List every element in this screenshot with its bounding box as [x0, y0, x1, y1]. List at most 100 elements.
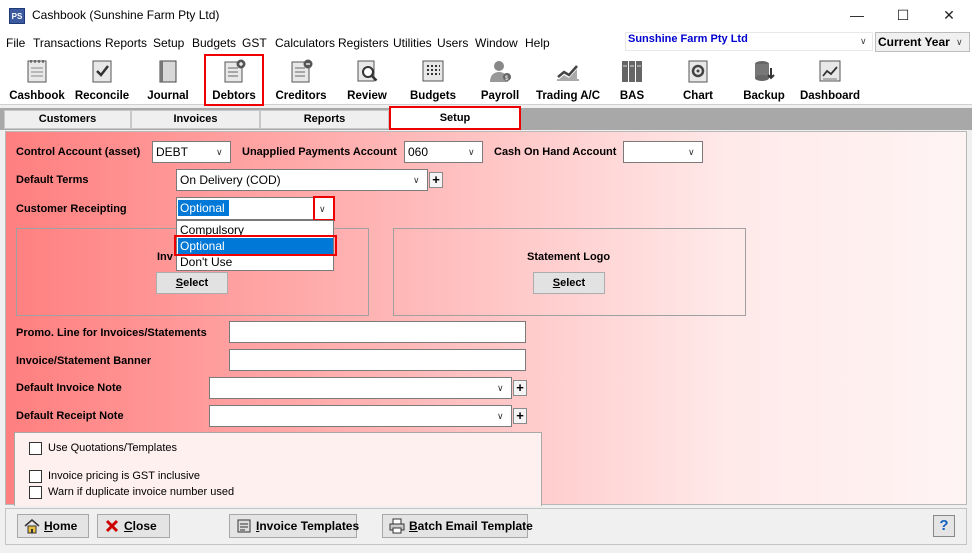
help-button[interactable]: ?	[933, 515, 955, 537]
chevron-down-icon: ∨	[860, 36, 867, 46]
optional-highlight-box	[174, 235, 337, 256]
toolbar-budgets-label: Budgets	[410, 90, 456, 102]
maximize-button[interactable]: ☐	[880, 0, 926, 32]
invoice-note-select[interactable]: ∨	[209, 377, 512, 399]
book-icon	[159, 60, 177, 83]
default-terms-label: Default Terms	[16, 174, 89, 186]
minimize-button[interactable]: —	[834, 0, 880, 32]
customer-receipting-value: Optional	[180, 201, 225, 215]
grid-calculator-icon	[422, 60, 444, 82]
menu-setup[interactable]: Setup	[153, 36, 184, 50]
year-value: Current Year	[878, 35, 950, 49]
cash-on-hand-label: Cash On Hand Account	[494, 146, 617, 158]
unapplied-payments-label: Unapplied Payments Account	[242, 146, 397, 158]
control-account-label: Control Account (asset)	[16, 146, 141, 158]
warn-duplicate-label: Warn if duplicate invoice number used	[48, 486, 235, 498]
batch-email-template-button[interactable]: Batch Email Template	[382, 514, 533, 538]
debtors-highlight-box	[204, 54, 264, 106]
invoice-logo-label: Inv	[157, 251, 173, 263]
default-terms-select[interactable]: On Delivery (COD) ∨	[176, 169, 428, 191]
template-icon	[237, 519, 251, 533]
default-terms-value: On Delivery (COD)	[180, 173, 281, 187]
option-dont-use[interactable]: Don't Use	[180, 255, 232, 269]
menu-calculators[interactable]: Calculators	[275, 36, 335, 50]
menu-window[interactable]: Window	[475, 36, 518, 50]
chevron-down-icon: ∨	[468, 147, 475, 157]
menu-users[interactable]: Users	[437, 36, 468, 50]
tab-customers[interactable]: Customers	[4, 110, 131, 129]
menu-file[interactable]: File	[6, 36, 25, 50]
tab-invoices[interactable]: Invoices	[131, 110, 260, 129]
gst-inclusive-label: Invoice pricing is GST inclusive	[48, 470, 201, 482]
toolbar-backup-label: Backup	[743, 90, 785, 102]
customer-receipting-label: Customer Receipting	[16, 203, 127, 215]
toolbar-chart-label: Chart	[682, 90, 714, 102]
menu-gst[interactable]: GST	[242, 36, 267, 50]
chevron-down-icon: ∨	[688, 147, 695, 157]
toolbar-trading-label: Trading A/C	[535, 90, 601, 102]
tab-setup[interactable]: Setup	[389, 106, 521, 130]
add-invoice-note-button[interactable]: +	[513, 380, 527, 396]
binders-icon	[622, 61, 642, 82]
toolbar-cashbook[interactable]: Cashbook	[6, 56, 68, 104]
toolbar-journal[interactable]: Journal	[140, 56, 196, 104]
close-button[interactable]: Close	[97, 514, 170, 538]
tab-reports[interactable]: Reports	[260, 110, 389, 129]
use-quotations-checkbox[interactable]	[29, 442, 42, 455]
menu-reports[interactable]: Reports	[105, 36, 147, 50]
toolbar-reconcile-label: Reconcile	[74, 90, 130, 102]
invoice-note-label: Default Invoice Note	[16, 382, 122, 394]
chevron-down-icon: ∨	[497, 411, 504, 421]
dropdown-toggle-highlight-box	[313, 196, 335, 221]
gst-inclusive-checkbox[interactable]	[29, 470, 42, 483]
warn-duplicate-checkbox[interactable]	[29, 486, 42, 499]
checkmark-icon	[92, 60, 112, 83]
toolbar-creditors[interactable]: Creditors	[270, 56, 332, 104]
house-icon	[24, 519, 40, 534]
menu-registers[interactable]: Registers	[338, 36, 389, 50]
banner-input[interactable]	[229, 349, 526, 371]
toolbar-reconcile[interactable]: Reconcile	[72, 56, 132, 104]
ledger-minus-icon	[291, 59, 313, 83]
toolbar-budgets[interactable]: Budgets	[405, 56, 461, 104]
invoice-logo-select-button[interactable]: Select	[156, 272, 228, 294]
toolbar-payroll[interactable]: $ Payroll	[472, 56, 528, 104]
invoice-templates-button[interactable]: Invoice Templates	[229, 514, 359, 538]
toolbar-backup[interactable]: Backup	[738, 56, 790, 104]
add-receipt-note-button[interactable]: +	[513, 408, 527, 424]
promo-line-label: Promo. Line for Invoices/Statements	[16, 327, 207, 339]
menu-utilities[interactable]: Utilities	[393, 36, 432, 50]
home-button[interactable]: Home	[17, 514, 89, 538]
promo-line-input[interactable]	[229, 321, 526, 343]
toolbar-cashbook-label: Cashbook	[9, 90, 65, 102]
use-quotations-label: Use Quotations/Templates	[48, 442, 178, 454]
receipt-note-select[interactable]: ∨	[209, 405, 512, 427]
receipt-note-label: Default Receipt Note	[16, 410, 124, 422]
chevron-down-icon: ∨	[956, 37, 963, 47]
toolbar-chart[interactable]: Chart	[673, 56, 723, 104]
unapplied-payments-select[interactable]: 060 ∨	[404, 141, 483, 163]
notebook-icon	[27, 60, 47, 83]
toolbar-review[interactable]: Review	[340, 56, 394, 104]
toolbar-bas[interactable]: BAS	[610, 56, 654, 104]
statement-logo-select-button[interactable]: Select	[533, 272, 605, 294]
unapplied-payments-value: 060	[408, 145, 429, 159]
toolbar-dashboard[interactable]: Dashboard	[798, 56, 862, 104]
menu-budgets[interactable]: Budgets	[192, 36, 236, 50]
person-money-icon: $	[490, 61, 511, 82]
add-terms-button[interactable]: +	[429, 172, 443, 188]
close-window-button[interactable]: ✕	[926, 0, 972, 32]
menu-help[interactable]: Help	[525, 36, 550, 50]
database-arrow-icon	[755, 61, 775, 81]
company-name: Sunshine Farm Pty Ltd	[628, 33, 748, 45]
toolbar-trading[interactable]: Trading A/C	[532, 56, 604, 104]
line-chart-icon	[557, 65, 579, 81]
dashboard-icon	[819, 60, 841, 82]
magnifier-icon	[357, 60, 378, 82]
menu-transactions[interactable]: Transactions	[33, 36, 101, 50]
cash-on-hand-select[interactable]: ∨	[623, 141, 703, 163]
control-account-select[interactable]: DEBT ∨	[152, 141, 231, 163]
toolbar-payroll-label: Payroll	[480, 90, 520, 102]
x-icon	[105, 519, 119, 533]
toolbar-dashboard-label: Dashboard	[799, 90, 861, 102]
